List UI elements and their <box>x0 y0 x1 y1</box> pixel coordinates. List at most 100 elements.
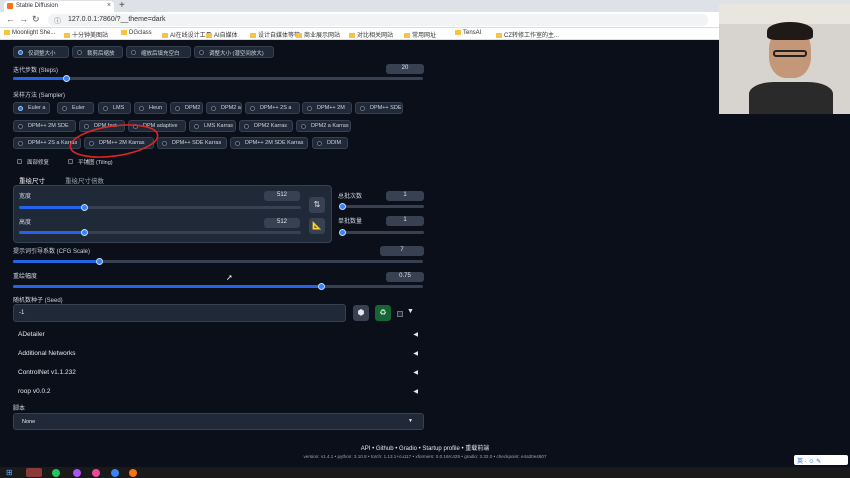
bookmark-label: Moonlight She... <box>12 30 56 37</box>
restore-faces-checkbox[interactable]: 面部修复 <box>13 156 53 168</box>
bookmark-item[interactable]: AI在线设计工具 <box>162 30 212 39</box>
bookmark-item[interactable]: TensAI <box>455 30 481 36</box>
sampler-option[interactable]: DPM2 a <box>206 102 242 114</box>
sampler-option[interactable]: DPM++ 2S a <box>245 102 300 114</box>
accordion-adetailer[interactable]: ADetailer ◀ <box>14 326 424 344</box>
resize-option[interactable]: 缩放后填充空白 <box>126 46 191 58</box>
close-icon[interactable]: × <box>107 2 111 9</box>
accordion-controlnet-v1-1-232[interactable]: ControlNet v1.1.232 ◀ <box>14 364 424 382</box>
steps-input[interactable]: 20 <box>386 64 424 74</box>
reload-icon[interactable]: ↻ <box>32 14 40 25</box>
denoise-slider[interactable] <box>13 283 423 290</box>
slider-knob[interactable] <box>317 283 325 290</box>
slider-knob[interactable] <box>338 203 346 210</box>
bookmark-item[interactable]: 对比相关网站 <box>349 30 393 39</box>
taskbar-app-icon[interactable] <box>92 469 100 477</box>
bookmark-item[interactable]: DGclass <box>121 30 152 36</box>
slider-knob[interactable] <box>63 75 71 82</box>
accordion-roop-v0-0-2[interactable]: roop v0.0.2 ◀ <box>14 383 424 401</box>
sampler-option[interactable]: DDIM <box>312 137 348 149</box>
sampler-option[interactable]: DPM2 <box>170 102 203 114</box>
dice-icon[interactable]: ⬢ <box>353 305 369 321</box>
browser-tab[interactable]: Stable Diffusion × <box>4 1 114 12</box>
accordion-label: roop v0.0.2 <box>18 388 51 395</box>
tab-resize-to[interactable]: 重绘尺寸 <box>19 175 45 185</box>
batch-size-slider[interactable] <box>338 229 424 236</box>
url-text: 127.0.0.1:7860/?__theme=dark <box>68 16 166 23</box>
sampler-option[interactable]: DPM2 a Karras <box>296 120 351 132</box>
sampler-option[interactable]: DPM++ 2M <box>302 102 352 114</box>
taskbar-app-icon[interactable] <box>111 469 119 477</box>
mouse-cursor-icon: ➚ <box>226 273 233 282</box>
bookmark-item[interactable]: AI自媒体 <box>206 30 238 39</box>
slider-knob[interactable] <box>96 258 104 265</box>
sampler-option[interactable]: LMS Karras <box>189 120 236 132</box>
collapse-triangle-icon: ◀ <box>413 370 418 376</box>
folder-icon <box>64 32 70 38</box>
sampler-option[interactable]: DPM++ SDE <box>355 102 403 114</box>
sampler-option-label: DPM2 <box>185 105 201 111</box>
script-select[interactable]: None ▼ <box>13 413 424 430</box>
seed-input[interactable]: -1 <box>13 304 346 322</box>
back-icon[interactable]: ← <box>6 14 15 24</box>
swap-dimensions-icon[interactable]: ⇅ <box>309 197 325 213</box>
slider-knob[interactable] <box>80 229 88 236</box>
sampler-option[interactable]: DPM++ SDE Karras <box>157 137 227 149</box>
url-field[interactable]: ⓘ 127.0.0.1:7860/?__theme=dark <box>48 14 708 26</box>
radio-dot <box>77 50 82 55</box>
restore-faces-label: 面部修复 <box>27 160 50 166</box>
bookmark-item[interactable]: 常用网址 <box>404 30 436 39</box>
footer-links[interactable]: API • Github • Gradio • Startup profile … <box>0 443 850 452</box>
batch-size-input[interactable]: 1 <box>386 216 424 226</box>
bookmark-item[interactable]: 商业展示网站 <box>296 30 340 39</box>
sampler-option[interactable]: DPM++ 2M SDE Karras <box>230 137 308 149</box>
accordion-additional-networks[interactable]: Additional Networks ◀ <box>14 345 424 363</box>
new-tab-icon[interactable]: + <box>119 0 125 11</box>
batch-count-slider[interactable] <box>338 203 424 210</box>
sampler-option[interactable]: LMS <box>98 102 131 114</box>
taskbar-app-icon[interactable] <box>129 469 137 477</box>
resize-option[interactable]: 裁剪后缩放 <box>72 46 123 58</box>
tab-resize-by[interactable]: 重绘尺寸倍数 <box>65 175 104 185</box>
webcam-overlay <box>719 4 850 114</box>
recycle-icon[interactable]: ♻ <box>375 305 391 321</box>
cfg-input[interactable]: 7 <box>380 246 424 256</box>
radio-dot <box>360 106 365 111</box>
sampler-option-label: LMS <box>113 105 125 111</box>
slider-knob[interactable] <box>80 204 88 211</box>
bookmark-item[interactable]: 十分钟美图站 <box>64 30 108 39</box>
width-slider[interactable] <box>19 204 301 211</box>
taskbar-app-icon[interactable] <box>73 469 81 477</box>
sampler-option[interactable]: Euler a <box>13 102 50 114</box>
annotation-circle <box>69 124 159 158</box>
bookmark-label: 商业展示网站 <box>304 33 341 39</box>
collapse-triangle-icon: ◀ <box>413 351 418 357</box>
bookmark-item[interactable]: 设计自媒体等等 <box>250 30 300 39</box>
collapse-triangle-icon: ◀ <box>413 332 418 338</box>
denoise-input[interactable]: 0.75 <box>386 272 424 282</box>
taskbar-app-icon[interactable] <box>26 468 42 477</box>
radio-dot <box>103 106 108 111</box>
cfg-slider[interactable] <box>13 258 423 265</box>
bookmark-item[interactable]: Moonlight She... <box>4 30 55 36</box>
resize-option[interactable]: 调整大小 (潜空间放大) <box>194 46 274 58</box>
caret-down-icon[interactable]: ▼ <box>407 308 414 315</box>
height-input[interactable]: 512 <box>264 218 300 228</box>
sampler-option[interactable]: Euler <box>57 102 94 114</box>
extra-seed-checkbox[interactable] <box>397 311 403 317</box>
sampler-option[interactable]: DPM2 Karras <box>239 120 293 132</box>
bookmark-item[interactable]: CZ转修工作室的主... <box>496 30 559 39</box>
width-input[interactable]: 512 <box>264 191 300 201</box>
resize-option[interactable]: 仅调整大小 <box>13 46 69 58</box>
ime-toolbar[interactable]: 英 · ☺ ✎ <box>794 455 848 465</box>
steps-slider[interactable] <box>13 75 423 82</box>
slider-knob[interactable] <box>338 229 346 236</box>
forward-icon[interactable]: → <box>19 14 28 24</box>
start-icon[interactable]: ⊞ <box>6 468 13 477</box>
batch-count-input[interactable]: 1 <box>386 191 424 201</box>
ruler-icon[interactable]: 📐 <box>309 218 325 234</box>
radio-dot <box>194 124 199 129</box>
taskbar-app-icon[interactable] <box>52 469 60 477</box>
sampler-option[interactable]: Heun <box>134 102 167 114</box>
height-slider[interactable] <box>19 229 301 236</box>
